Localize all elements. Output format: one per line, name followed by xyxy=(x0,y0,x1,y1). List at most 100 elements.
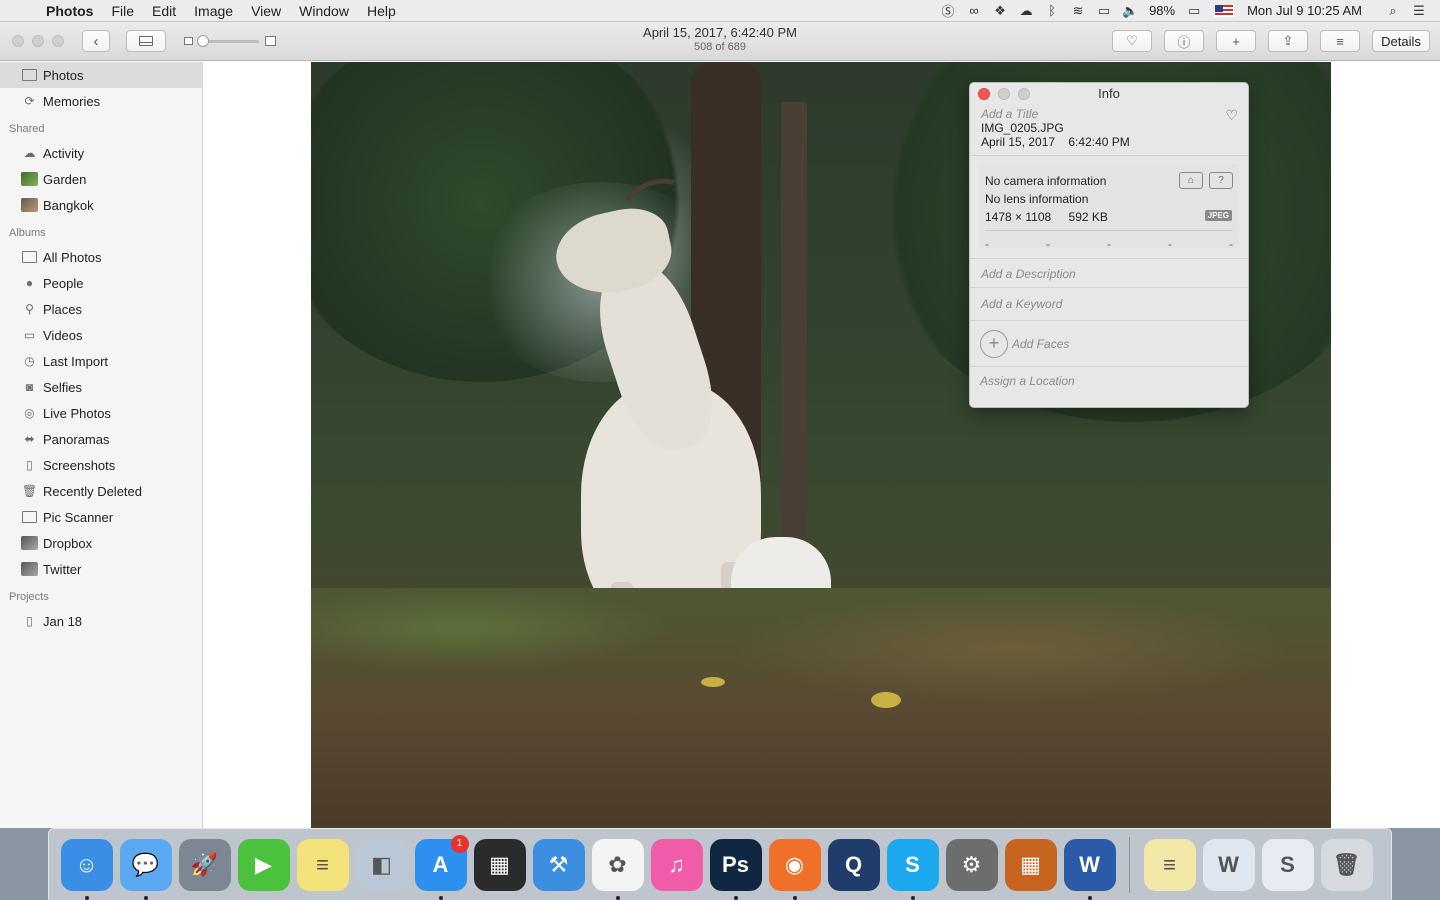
add-faces-row[interactable]: + Add Faces xyxy=(970,321,1248,367)
firefox-icon[interactable]: ◉ xyxy=(768,838,821,900)
info-close-button[interactable] xyxy=(978,88,990,100)
sidebar-item-screenshots[interactable]: ▯ Screenshots xyxy=(0,452,202,478)
minimize-window-button[interactable] xyxy=(32,35,44,47)
itunes-icon[interactable]: ♫ xyxy=(650,838,703,891)
volume-icon[interactable]: 🔈 xyxy=(1119,2,1141,20)
sidebar-item-recently-deleted[interactable]: 🗑 Recently Deleted xyxy=(0,478,202,504)
favorite-button[interactable]: ♡ xyxy=(1112,30,1152,52)
skype-icon[interactable]: S xyxy=(886,838,939,900)
edit-adjust-button[interactable]: ≡ xyxy=(1320,30,1360,52)
notification-center-icon[interactable]: ☰ xyxy=(1408,2,1430,20)
sidebar-item-dropbox[interactable]: Dropbox xyxy=(0,530,202,556)
menu-view[interactable]: View xyxy=(242,0,290,22)
finder-icon[interactable]: ☺ xyxy=(60,838,113,900)
share-button[interactable]: ⇪ xyxy=(1268,30,1308,52)
sidebar-item-label: Garden xyxy=(43,171,87,187)
add-face-plus-icon[interactable]: + xyxy=(980,329,1008,358)
preview-icon[interactable]: ◧ xyxy=(355,838,408,891)
album-icon xyxy=(21,510,38,525)
description-field[interactable]: Add a Description xyxy=(970,258,1248,288)
zoom-window-button[interactable] xyxy=(52,35,64,47)
menu-help[interactable]: Help xyxy=(358,0,405,22)
running-indicator xyxy=(438,895,443,900)
bluetooth-icon[interactable]: ᛒ xyxy=(1041,2,1063,20)
info-button[interactable]: ⓘ xyxy=(1164,30,1204,52)
sidebar-item-twitter[interactable]: Twitter xyxy=(0,556,202,582)
clock[interactable]: Mon Jul 9 10:25 AM xyxy=(1241,3,1368,18)
notes-icon[interactable]: ≡ xyxy=(296,838,349,891)
sidebar-item-places[interactable]: ⚲ Places xyxy=(0,296,202,322)
calculator-icon[interactable]: ▦ xyxy=(1004,838,1057,891)
sidebar-item-last-import[interactable]: ◷ Last Import xyxy=(0,348,202,374)
sidebar-item-videos[interactable]: ▭ Videos xyxy=(0,322,202,348)
menu-image[interactable]: Image xyxy=(185,0,242,22)
menu-edit[interactable]: Edit xyxy=(143,0,185,22)
dropbox-icon[interactable]: ❖ xyxy=(989,2,1011,20)
dock-glyph: 🗑 xyxy=(1332,851,1361,877)
quicktime-icon[interactable]: Q xyxy=(827,838,880,891)
sidebar-item-activity[interactable]: ☁ Activity xyxy=(0,140,202,166)
sidebar-item-photos[interactable]: Photos xyxy=(0,62,202,88)
us-flag-input-icon[interactable] xyxy=(1215,4,1234,17)
xcode-icon[interactable]: ⚒ xyxy=(532,838,585,891)
zoom-knob[interactable] xyxy=(197,34,209,47)
facetime-icon[interactable]: ▶ xyxy=(237,838,290,891)
dock-glyph: ⚙ xyxy=(961,851,982,877)
sidebar-item-selfies[interactable]: ◙ Selfies xyxy=(0,374,202,400)
battery-percent[interactable]: 98% xyxy=(1143,3,1181,18)
close-window-button[interactable] xyxy=(12,35,24,47)
airplay-icon[interactable]: ▭ xyxy=(1093,2,1115,20)
album-thumb-icon xyxy=(21,536,38,551)
sidebar-item-label: Twitter xyxy=(43,561,82,577)
document-stack-icon[interactable]: ≡ xyxy=(1143,838,1196,891)
cloud-upload-icon[interactable]: ☁ xyxy=(1015,2,1037,20)
sidebar-item-pic-scanner[interactable]: Pic Scanner xyxy=(0,504,202,530)
sidebar-item-panoramas[interactable]: ⬌ Panoramas xyxy=(0,426,202,452)
sidebar-item-people[interactable]: ● People xyxy=(0,270,202,296)
heart-icon[interactable]: ♡ xyxy=(1225,107,1238,124)
sidebar-item-bangkok[interactable]: Bangkok xyxy=(0,192,202,218)
menu-app-name[interactable]: Photos xyxy=(44,0,102,22)
creative-cloud-icon[interactable]: ∞ xyxy=(963,2,985,20)
running-indicator xyxy=(143,895,148,900)
sidebar-item-live-photos[interactable]: ◎ Live Photos xyxy=(0,400,202,426)
add-to-button[interactable]: + xyxy=(1216,30,1256,52)
dock-glyph: W xyxy=(1218,851,1239,877)
skype-document-icon[interactable]: S xyxy=(1261,838,1314,891)
zoom-slider[interactable] xyxy=(184,34,276,47)
menu-window[interactable]: Window xyxy=(290,0,358,22)
word-icon[interactable]: W xyxy=(1063,838,1116,900)
photos-app-icon[interactable]: ✿ xyxy=(591,838,644,900)
sidebar-item-label: All Photos xyxy=(43,249,102,265)
zoom-track[interactable] xyxy=(197,34,259,47)
location-field[interactable]: Assign a Location xyxy=(970,367,1248,395)
battery-icon[interactable]: ▭ xyxy=(1183,2,1205,20)
word-document-icon[interactable]: W xyxy=(1202,838,1255,891)
sidebar-item-garden[interactable]: Garden xyxy=(0,166,202,192)
dock-glyph: ≡ xyxy=(1163,851,1176,877)
menu-file[interactable]: File xyxy=(102,0,143,22)
wifi-icon[interactable]: ≋ xyxy=(1067,2,1089,20)
title-field[interactable]: Add a Title xyxy=(981,107,1237,121)
dock-glyph: 🚀 xyxy=(190,851,219,877)
skype-status-icon[interactable]: Ⓢ xyxy=(937,2,959,20)
gear-icon[interactable]: ⚙ xyxy=(945,838,998,891)
memories-icon: ⟳ xyxy=(24,94,35,108)
toggle-sidebar-button[interactable] xyxy=(126,30,166,52)
clapper-icon[interactable]: ▦ xyxy=(473,838,526,891)
sidebar-item-label: Pic Scanner xyxy=(43,509,114,525)
messages-icon[interactable]: 💬 xyxy=(119,838,172,900)
trash-icon[interactable]: 🗑 xyxy=(1320,838,1373,891)
details-button[interactable]: Details xyxy=(1372,30,1430,52)
sidebar-item-all-photos[interactable]: All Photos xyxy=(0,244,202,270)
photo-datetime[interactable]: April 15, 2017 6:42:40 PM xyxy=(981,135,1237,149)
keyword-field[interactable]: Add a Keyword xyxy=(970,288,1248,321)
photoshop-icon[interactable]: Ps xyxy=(709,838,762,900)
sidebar-item-memories[interactable]: ⟳ Memories xyxy=(0,88,202,114)
plus-icon: + xyxy=(1232,33,1240,49)
rocket-icon[interactable]: 🚀 xyxy=(178,838,231,891)
sidebar-item-jan-18[interactable]: ▯ Jan 18 xyxy=(0,608,202,634)
spotlight-search-icon[interactable]: ⌕ xyxy=(1382,2,1404,20)
back-button[interactable]: ‹ xyxy=(82,30,110,52)
app-store-icon[interactable]: A1 xyxy=(414,834,469,900)
